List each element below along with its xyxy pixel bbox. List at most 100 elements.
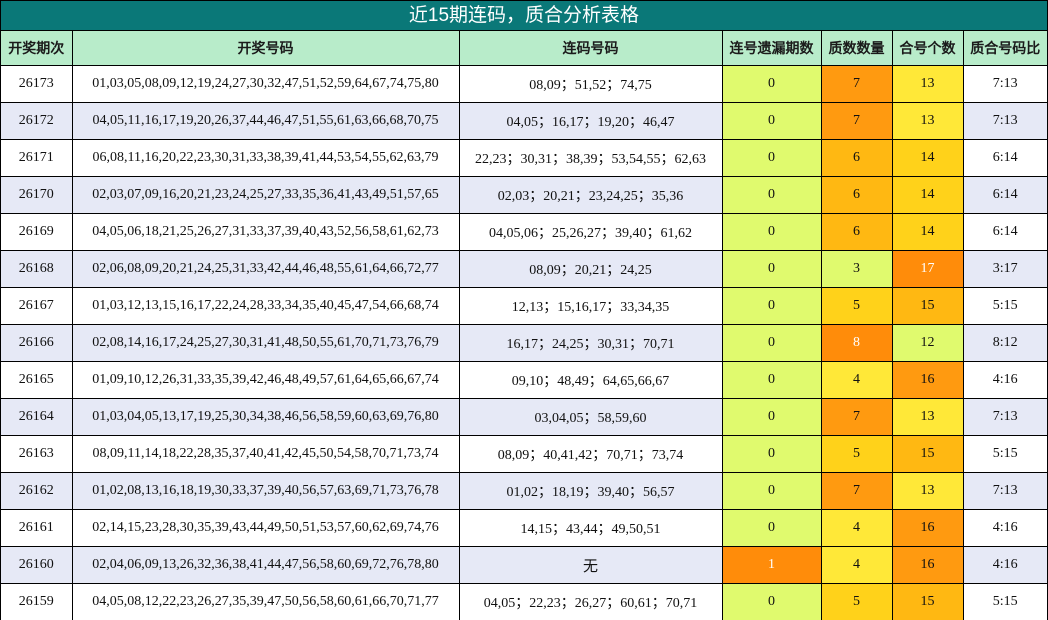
- prime-cell: 8: [820, 324, 893, 362]
- table-row: 26167 01,03,12,13,15,16,17,22,24,28,33,34…: [1, 287, 1047, 325]
- comp-cell: 15: [891, 435, 964, 473]
- issue-cell: 26167: [1, 287, 73, 325]
- ratio-cell: 7:13: [962, 65, 1047, 103]
- prime-cell: 7: [820, 65, 893, 103]
- header-lian: 连码号码: [458, 31, 723, 66]
- issue-cell: 26159: [1, 583, 73, 620]
- comp-cell: 14: [891, 176, 964, 214]
- lian-cell: 14,15；43,44；49,50,51: [458, 509, 723, 547]
- miss-cell: 0: [721, 176, 822, 214]
- prime-cell: 6: [820, 139, 893, 177]
- table-title: 近15期连码，质合分析表格: [1, 1, 1047, 31]
- lian-cell: 12,13；15,16,17；33,34,35: [458, 287, 723, 325]
- prime-cell: 4: [820, 509, 893, 547]
- lian-cell: 16,17；24,25；30,31；70,71: [458, 324, 723, 362]
- miss-cell: 0: [721, 139, 822, 177]
- numbers-cell: 08,09,11,14,18,22,28,35,37,40,41,42,45,5…: [71, 435, 460, 473]
- table-row: 26171 06,08,11,16,20,22,23,30,31,33,38,39…: [1, 139, 1047, 177]
- ratio-cell: 4:16: [962, 361, 1047, 399]
- comp-cell: 13: [891, 102, 964, 140]
- numbers-cell: 01,03,04,05,13,17,19,25,30,34,38,46,56,5…: [71, 398, 460, 436]
- ratio-cell: 4:16: [962, 509, 1047, 547]
- miss-cell: 0: [721, 472, 822, 510]
- lian-cell: 08,09；40,41,42；70,71；73,74: [458, 435, 723, 473]
- ratio-cell: 7:13: [962, 102, 1047, 140]
- table-row: 26163 08,09,11,14,18,22,28,35,37,40,41,42…: [1, 435, 1047, 473]
- miss-cell: 0: [721, 435, 822, 473]
- prime-cell: 3: [820, 250, 893, 288]
- numbers-cell: 02,03,07,09,16,20,21,23,24,25,27,33,35,3…: [71, 176, 460, 214]
- table-row: 26173 01,03,05,08,09,12,19,24,27,30,32,47…: [1, 65, 1047, 103]
- prime-cell: 6: [820, 176, 893, 214]
- issue-cell: 26171: [1, 139, 73, 177]
- issue-cell: 26162: [1, 472, 73, 510]
- ratio-cell: 5:15: [962, 287, 1047, 325]
- header-miss: 连号遗漏期数: [721, 31, 822, 66]
- issue-cell: 26160: [1, 546, 73, 584]
- comp-cell: 14: [891, 213, 964, 251]
- miss-cell: 0: [721, 361, 822, 399]
- table-row: 26166 02,08,14,16,17,24,25,27,30,31,41,48…: [1, 324, 1047, 362]
- ratio-cell: 6:14: [962, 213, 1047, 251]
- table-row: 26161 02,14,15,23,28,30,35,39,43,44,49,50…: [1, 509, 1047, 547]
- lian-cell: 22,23；30,31；38,39；53,54,55；62,63: [458, 139, 723, 177]
- numbers-cell: 01,03,05,08,09,12,19,24,27,30,32,47,51,5…: [71, 65, 460, 103]
- lian-cell: 无: [458, 546, 723, 584]
- table-row: 26165 01,09,10,12,26,31,33,35,39,42,46,48…: [1, 361, 1047, 399]
- prime-cell: 7: [820, 102, 893, 140]
- issue-cell: 26168: [1, 250, 73, 288]
- header-numbers: 开奖号码: [71, 31, 460, 66]
- issue-cell: 26170: [1, 176, 73, 214]
- table-row: 26172 04,05,11,16,17,19,20,26,37,44,46,47…: [1, 102, 1047, 140]
- miss-cell: 0: [721, 65, 822, 103]
- prime-cell: 6: [820, 213, 893, 251]
- comp-cell: 16: [891, 509, 964, 547]
- issue-cell: 26172: [1, 102, 73, 140]
- lian-cell: 01,02；18,19；39,40；56,57: [458, 472, 723, 510]
- issue-cell: 26164: [1, 398, 73, 436]
- miss-cell: 0: [721, 287, 822, 325]
- prime-cell: 5: [820, 583, 893, 620]
- comp-cell: 12: [891, 324, 964, 362]
- lian-cell: 04,05；22,23；26,27；60,61；70,71: [458, 583, 723, 620]
- ratio-cell: 6:14: [962, 139, 1047, 177]
- ratio-cell: 5:15: [962, 583, 1047, 620]
- analysis-table: 开奖期次 开奖号码 连码号码 连号遗漏期数 质数数量 合号个数 质合号码比 26…: [1, 31, 1047, 620]
- header-issue: 开奖期次: [1, 31, 73, 66]
- ratio-cell: 5:15: [962, 435, 1047, 473]
- lian-cell: 09,10；48,49；64,65,66,67: [458, 361, 723, 399]
- numbers-cell: 02,06,08,09,20,21,24,25,31,33,42,44,46,4…: [71, 250, 460, 288]
- miss-cell: 1: [721, 546, 822, 584]
- numbers-cell: 02,04,06,09,13,26,32,36,38,41,44,47,56,5…: [71, 546, 460, 584]
- prime-cell: 5: [820, 287, 893, 325]
- miss-cell: 0: [721, 324, 822, 362]
- miss-cell: 0: [721, 509, 822, 547]
- comp-cell: 14: [891, 139, 964, 177]
- numbers-cell: 02,08,14,16,17,24,25,27,30,31,41,48,50,5…: [71, 324, 460, 362]
- ratio-cell: 7:13: [962, 398, 1047, 436]
- prime-cell: 5: [820, 435, 893, 473]
- lian-cell: 02,03；20,21；23,24,25；35,36: [458, 176, 723, 214]
- numbers-cell: 02,14,15,23,28,30,35,39,43,44,49,50,51,5…: [71, 509, 460, 547]
- miss-cell: 0: [721, 583, 822, 620]
- issue-cell: 26165: [1, 361, 73, 399]
- issue-cell: 26173: [1, 65, 73, 103]
- table-row: 26160 02,04,06,09,13,26,32,36,38,41,44,47…: [1, 546, 1047, 584]
- header-prime: 质数数量: [820, 31, 893, 66]
- prime-cell: 4: [820, 361, 893, 399]
- comp-cell: 13: [891, 65, 964, 103]
- issue-cell: 26166: [1, 324, 73, 362]
- lian-cell: 04,05；16,17；19,20；46,47: [458, 102, 723, 140]
- lian-cell: 08,09；51,52；74,75: [458, 65, 723, 103]
- lottery-analysis-panel: 近15期连码，质合分析表格 开奖期次 开奖号码 连码号码 连号遗漏期数 质数数量…: [0, 0, 1048, 620]
- numbers-cell: 06,08,11,16,20,22,23,30,31,33,38,39,41,4…: [71, 139, 460, 177]
- miss-cell: 0: [721, 250, 822, 288]
- numbers-cell: 04,05,08,12,22,23,26,27,35,39,47,50,56,5…: [71, 583, 460, 620]
- numbers-cell: 01,09,10,12,26,31,33,35,39,42,46,48,49,5…: [71, 361, 460, 399]
- issue-cell: 26161: [1, 509, 73, 547]
- comp-cell: 15: [891, 287, 964, 325]
- header-row: 开奖期次 开奖号码 连码号码 连号遗漏期数 质数数量 合号个数 质合号码比: [1, 31, 1047, 66]
- prime-cell: 4: [820, 546, 893, 584]
- header-ratio: 质合号码比: [962, 31, 1047, 66]
- numbers-cell: 01,02,08,13,16,18,19,30,33,37,39,40,56,5…: [71, 472, 460, 510]
